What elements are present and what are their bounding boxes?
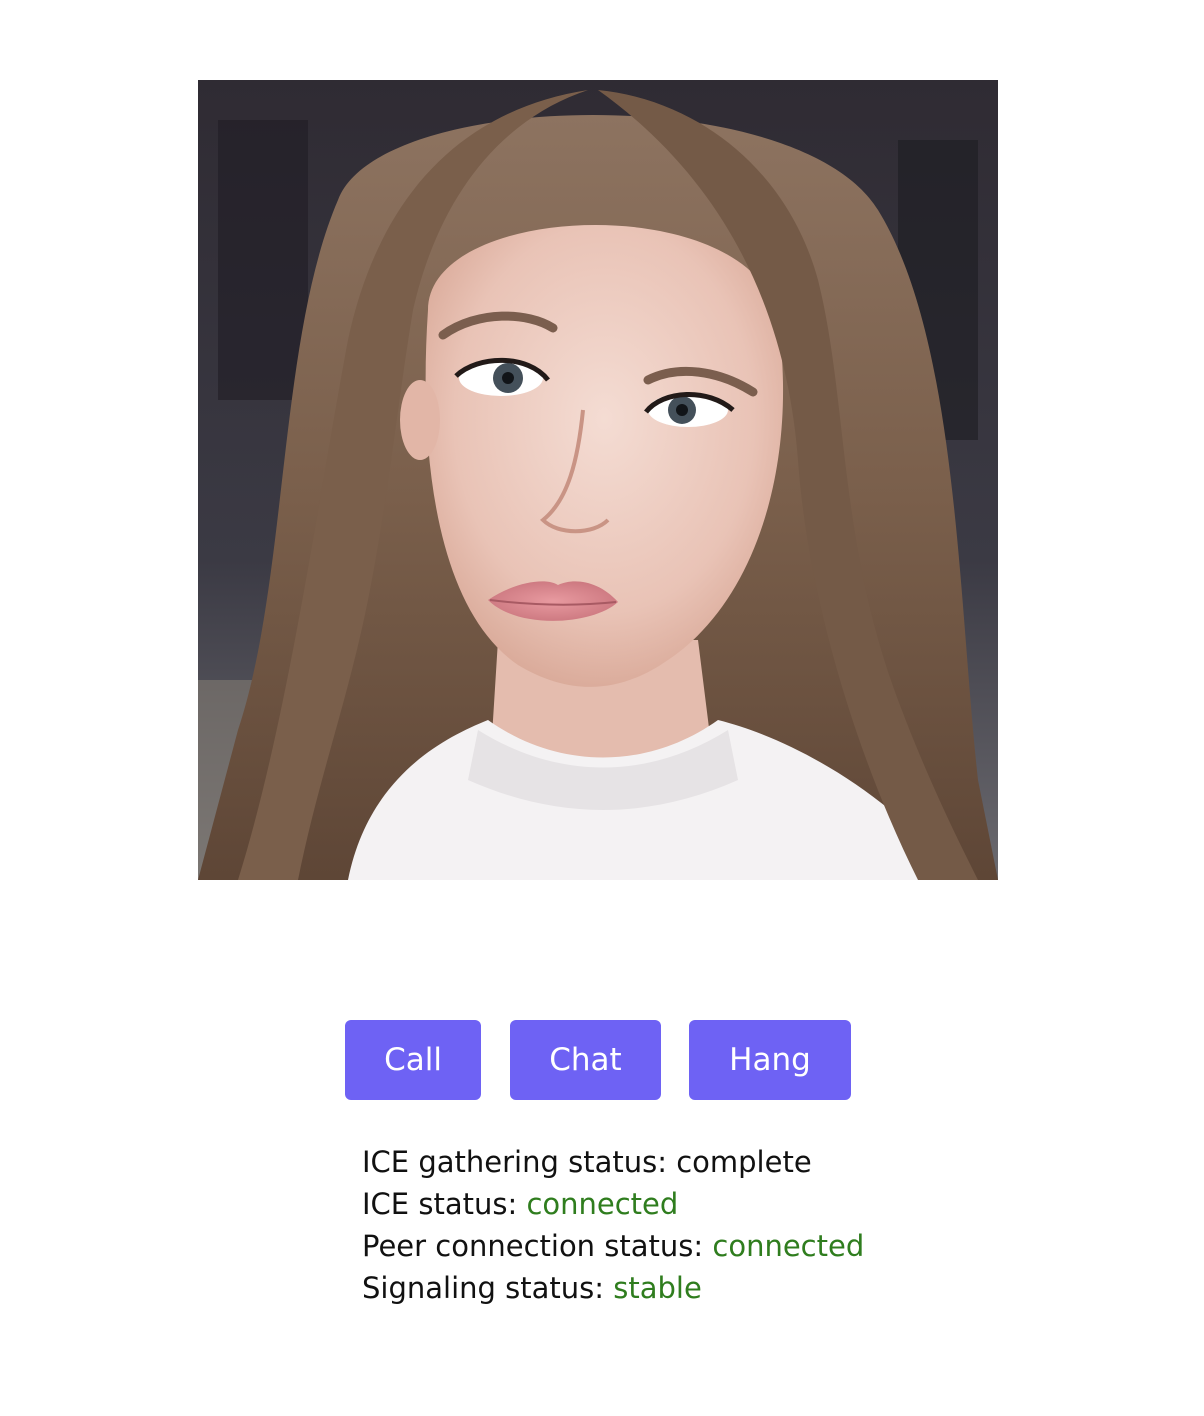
chat-button[interactable]: Chat	[510, 1020, 661, 1100]
call-controls: Call Chat Hang	[0, 1020, 1204, 1100]
ice-gathering-status-label: ICE gathering status:	[362, 1145, 667, 1179]
peer-connection-status: Peer connection status: connected	[362, 1225, 864, 1267]
connection-status-panel: ICE gathering status: complete ICE statu…	[362, 1141, 864, 1309]
signaling-status-value: stable	[613, 1271, 702, 1305]
call-button[interactable]: Call	[345, 1020, 481, 1100]
peer-connection-status-label: Peer connection status:	[362, 1229, 704, 1263]
ice-status-value: connected	[526, 1187, 679, 1221]
ice-status-label: ICE status:	[362, 1187, 518, 1221]
video-feed-image	[198, 80, 998, 880]
ice-gathering-status: ICE gathering status: complete	[362, 1141, 864, 1183]
hang-button[interactable]: Hang	[689, 1020, 851, 1100]
ice-gathering-status-value: complete	[676, 1145, 812, 1179]
ice-status: ICE status: connected	[362, 1183, 864, 1225]
peer-connection-status-value: connected	[712, 1229, 865, 1263]
signaling-status: Signaling status: stable	[362, 1267, 864, 1309]
signaling-status-label: Signaling status:	[362, 1271, 605, 1305]
remote-video	[198, 80, 998, 880]
